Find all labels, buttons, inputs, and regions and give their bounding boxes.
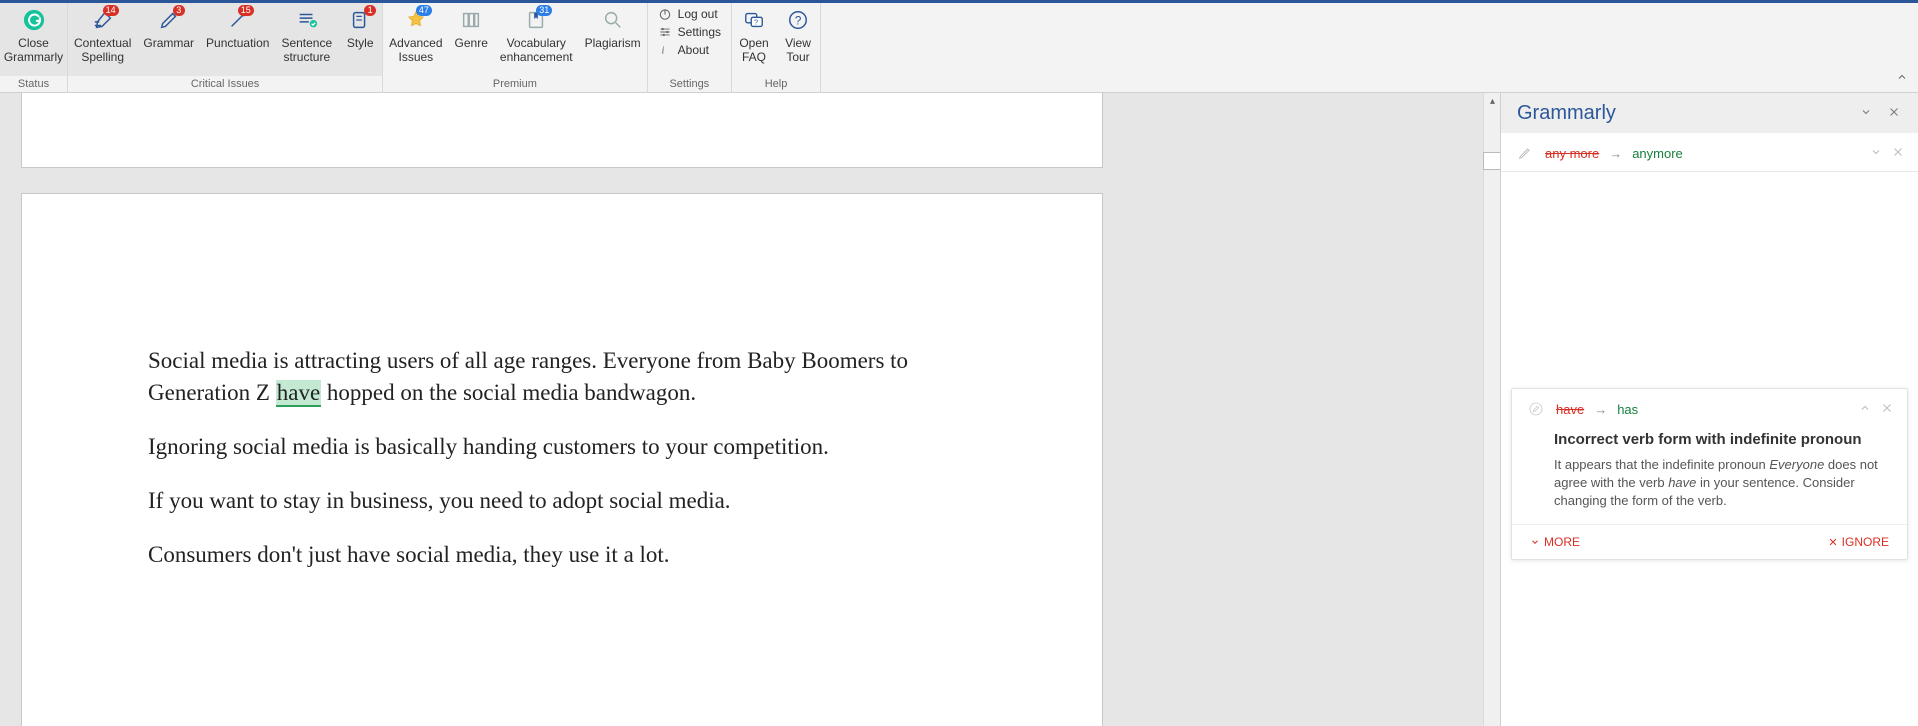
panel-spacer [1501, 172, 1918, 382]
document-text[interactable]: Social media is attracting users of all … [148, 345, 978, 593]
paragraph-4: Consumers don't just have social media, … [148, 539, 978, 571]
chevron-down-icon [1870, 146, 1882, 158]
card2-to: has [1617, 402, 1638, 417]
contextual-badge: 14 [103, 5, 119, 16]
grammar-badge: 3 [173, 5, 185, 16]
grammarly-logo-icon [23, 9, 45, 31]
style-button[interactable]: 1 Style [338, 3, 382, 76]
scroll-indicator[interactable] [1483, 152, 1500, 170]
document-area: Social media is attracting users of all … [0, 93, 1500, 726]
more-button[interactable]: MORE [1530, 535, 1580, 549]
card-icon [1526, 401, 1546, 417]
close-icon [1881, 402, 1893, 414]
card2-collapse-button[interactable] [1859, 402, 1871, 417]
ribbon-group-settings: Log out Settings i About Settings [648, 3, 732, 93]
main-area: Social media is attracting users of all … [0, 93, 1918, 726]
vocabulary-button[interactable]: 31 Vocabularyenhancement [494, 3, 579, 76]
close-icon [1828, 537, 1838, 547]
paragraph-3: If you want to stay in business, you nee… [148, 485, 978, 517]
advanced-badge: 47 [416, 5, 432, 16]
svg-text:?: ? [795, 14, 802, 28]
group-label-help: Help [732, 76, 820, 93]
panel-header: Grammarly [1501, 93, 1918, 133]
about-button[interactable]: i About [658, 43, 721, 57]
card1-from: any more [1545, 146, 1599, 161]
card-icon [1515, 145, 1535, 161]
ribbon: CloseGrammarly Status 14 ContextualSpell… [0, 0, 1918, 93]
style-badge: 1 [364, 5, 376, 16]
svg-text:?: ? [754, 18, 758, 27]
collapse-ribbon-button[interactable] [1896, 71, 1908, 86]
ribbon-group-critical: 14 ContextualSpelling 3 Grammar 15 Punct… [68, 3, 383, 93]
books-icon [460, 9, 482, 31]
close-label-1: Close [18, 36, 49, 50]
highlighted-word[interactable]: have [276, 380, 321, 407]
paragraph-2: Ignoring social media is basically handi… [148, 431, 978, 463]
advanced-issues-button[interactable]: 47 AdvancedIssues [383, 3, 448, 76]
vertical-scrollbar[interactable]: ▴ [1483, 93, 1500, 726]
group-label-settings: Settings [648, 76, 731, 93]
faq-icon: ? [743, 9, 765, 31]
ribbon-group-help: ? OpenFAQ ? ViewTour Help [732, 3, 821, 93]
pen-small-icon [1517, 145, 1533, 161]
close-label-2: Grammarly [4, 50, 63, 64]
page-prev [21, 93, 1103, 168]
card2-from: have [1556, 402, 1584, 417]
card2-title: Incorrect verb form with indefinite pron… [1554, 431, 1893, 448]
suggestion-card-have-has[interactable]: have → has Incorrect verb form with inde… [1511, 388, 1908, 560]
punctuation-badge: 15 [238, 5, 254, 16]
arrow-icon: → [1594, 402, 1607, 417]
chevron-down-icon [1530, 537, 1540, 547]
help-circle-icon: ? [787, 9, 809, 31]
open-faq-button[interactable]: ? OpenFAQ [732, 3, 776, 76]
panel-dropdown-button[interactable] [1852, 106, 1880, 121]
vocab-badge: 31 [536, 5, 552, 16]
power-icon [658, 7, 672, 21]
group-label-critical: Critical Issues [68, 76, 382, 93]
group-label-premium: Premium [383, 76, 646, 93]
chevron-up-icon [1859, 402, 1871, 414]
ribbon-group-premium: 47 AdvancedIssues Genre 31 Vocabularyenh… [383, 3, 647, 93]
card2-footer: MORE IGNORE [1512, 524, 1907, 559]
close-grammarly-button[interactable]: CloseGrammarly [0, 3, 67, 76]
chevron-up-icon [1896, 71, 1908, 83]
view-tour-button[interactable]: ? ViewTour [776, 3, 820, 76]
magnifier-icon [602, 9, 624, 31]
card2-body: It appears that the indefinite pronoun E… [1554, 456, 1893, 510]
info-icon: i [658, 43, 672, 57]
settings-button[interactable]: Settings [658, 25, 721, 39]
card1-expand-button[interactable] [1870, 146, 1882, 161]
card1-dismiss-button[interactable] [1892, 146, 1904, 161]
punctuation-button[interactable]: 15 Punctuation [200, 3, 275, 76]
ribbon-filler [821, 3, 1918, 92]
card1-to: anymore [1632, 146, 1683, 161]
arrow-icon: → [1609, 146, 1622, 161]
ribbon-group-status: CloseGrammarly Status [0, 3, 68, 93]
paragraph-check-icon [296, 9, 318, 31]
paragraph-1: Social media is attracting users of all … [148, 345, 978, 409]
group-label-status: Status [0, 76, 67, 93]
plagiarism-button[interactable]: Plagiarism [579, 3, 647, 76]
ignore-button[interactable]: IGNORE [1828, 535, 1889, 549]
sentence-structure-button[interactable]: Sentencestructure [275, 3, 338, 76]
svg-text:i: i [661, 46, 664, 57]
card2-dismiss-button[interactable] [1881, 402, 1893, 417]
sliders-icon [658, 25, 672, 39]
contextual-spelling-button[interactable]: 14 ContextualSpelling [68, 3, 137, 76]
pen-circle-icon [1528, 401, 1544, 417]
panel-close-button[interactable] [1880, 106, 1908, 121]
grammar-button[interactable]: 3 Grammar [137, 3, 200, 76]
close-icon [1888, 106, 1900, 118]
genre-button[interactable]: Genre [449, 3, 494, 76]
panel-title: Grammarly [1517, 102, 1852, 125]
chevron-down-icon [1860, 106, 1872, 118]
grammarly-panel: Grammarly any more → anymore [1500, 93, 1918, 726]
scroll-up-button[interactable]: ▴ [1484, 93, 1500, 110]
suggestion-card-anymore[interactable]: any more → anymore [1501, 133, 1918, 172]
logout-button[interactable]: Log out [658, 7, 721, 21]
close-icon [1892, 146, 1904, 158]
